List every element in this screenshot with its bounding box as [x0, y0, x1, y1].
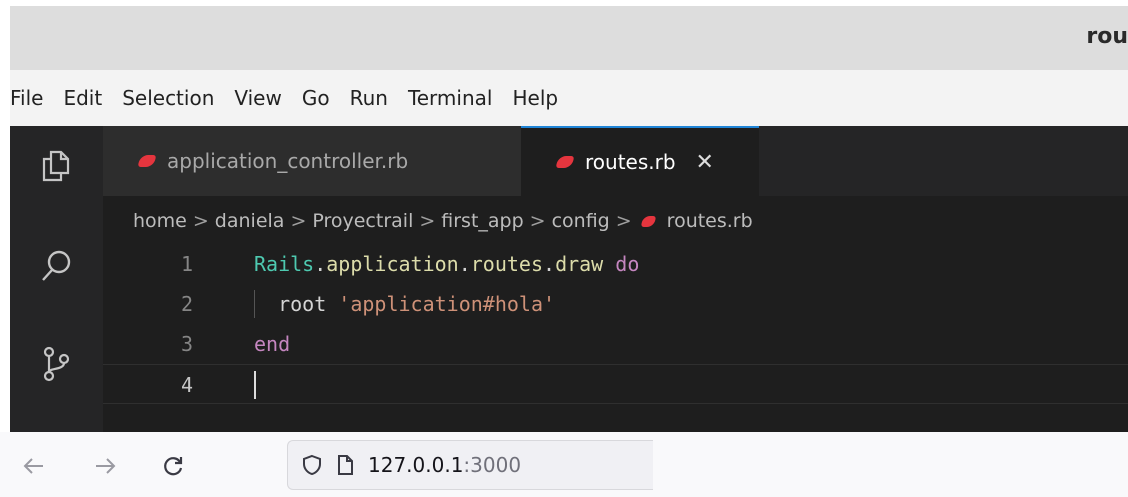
tab-bar: application_controller.rb routes.rb ✕	[103, 126, 1128, 196]
code-token: .	[314, 252, 327, 276]
editor-area: application_controller.rb routes.rb ✕ ho…	[103, 126, 1128, 432]
chevron-right-icon: >	[419, 210, 436, 232]
chevron-right-icon: >	[529, 210, 546, 232]
url-port: :3000	[463, 453, 522, 477]
ruby-icon	[640, 215, 656, 227]
menu-terminal[interactable]: Terminal	[400, 86, 501, 110]
breadcrumb-home[interactable]: home	[133, 210, 187, 232]
menu-view[interactable]: View	[226, 86, 289, 110]
breadcrumb-config[interactable]: config	[552, 210, 610, 232]
forward-arrow-icon[interactable]	[87, 448, 123, 484]
url-host: 127.0.0.1	[368, 453, 464, 477]
menu-help[interactable]: Help	[504, 86, 566, 110]
menu-selection[interactable]: Selection	[114, 86, 222, 110]
breadcrumb-routes[interactable]: routes.rb	[667, 210, 753, 232]
line-number: 4	[180, 373, 193, 397]
chevron-right-icon: >	[192, 210, 209, 232]
breadcrumb-proyectrail[interactable]: Proyectrail	[312, 210, 413, 232]
chevron-right-icon: >	[290, 210, 307, 232]
ruby-icon	[137, 155, 157, 167]
code-token: .	[543, 252, 556, 276]
code-line[interactable]: 2 root 'application#hola'	[103, 284, 1128, 324]
activity-bar	[10, 126, 103, 432]
files-icon[interactable]	[38, 146, 74, 186]
back-arrow-icon[interactable]	[16, 448, 52, 484]
breadcrumb: home > daniela > Proyectrail > first_app…	[133, 206, 753, 236]
reload-icon[interactable]	[155, 448, 191, 484]
source-control-icon[interactable]	[38, 344, 74, 384]
tab-label: application_controller.rb	[167, 149, 409, 173]
ruby-icon	[555, 156, 575, 168]
line-number: 3	[180, 332, 193, 356]
breadcrumb-daniela[interactable]: daniela	[215, 210, 285, 232]
shield-icon	[303, 454, 321, 476]
menu-go[interactable]: Go	[294, 86, 338, 110]
chevron-right-icon: >	[615, 210, 632, 232]
url-bar[interactable]: 127.0.0.1:3000	[287, 440, 653, 490]
code-text: Rails.application.routes.draw do	[254, 244, 639, 284]
code-line[interactable]: 4	[103, 364, 1128, 404]
search-icon[interactable]	[38, 246, 74, 286]
code-token: application	[326, 252, 459, 276]
code-text: root 'application#hola'	[254, 284, 555, 324]
browser-toolbar: 127.0.0.1:3000	[0, 432, 1128, 497]
code-token: routes	[470, 252, 544, 276]
code-token: Rails	[254, 252, 315, 276]
code-token: draw	[555, 252, 604, 276]
page-icon	[338, 455, 353, 475]
line-number: 1	[180, 252, 193, 276]
code-text: end	[254, 324, 290, 364]
breadcrumb-first-app[interactable]: first_app	[441, 210, 523, 232]
title-bar: rou	[10, 6, 1128, 70]
menu-run[interactable]: Run	[342, 86, 396, 110]
code-token: .	[458, 252, 471, 276]
close-icon[interactable]: ✕	[696, 150, 714, 175]
vscode-window: rou File Edit Selection View Go Run Term…	[10, 6, 1128, 432]
code-editor[interactable]: 1 Rails.application.routes.draw do 2 root …	[103, 244, 1128, 404]
code-token: 'application#hola'	[338, 292, 556, 316]
tab-label: routes.rb	[585, 150, 676, 174]
tab-application-controller[interactable]: application_controller.rb	[103, 126, 521, 196]
code-token: end	[254, 332, 291, 356]
menu-bar: File Edit Selection View Go Run Terminal…	[10, 70, 1128, 126]
code-token: do	[615, 252, 640, 276]
code-token: root	[254, 292, 339, 316]
code-line[interactable]: 3 end	[103, 324, 1128, 364]
menu-edit[interactable]: Edit	[55, 86, 110, 110]
menu-file[interactable]: File	[10, 86, 51, 110]
line-number: 2	[180, 292, 193, 316]
text-cursor	[254, 371, 256, 399]
window-title: rou	[1086, 24, 1128, 49]
tab-routes[interactable]: routes.rb ✕	[521, 126, 759, 196]
code-line[interactable]: 1 Rails.application.routes.draw do	[103, 244, 1128, 284]
